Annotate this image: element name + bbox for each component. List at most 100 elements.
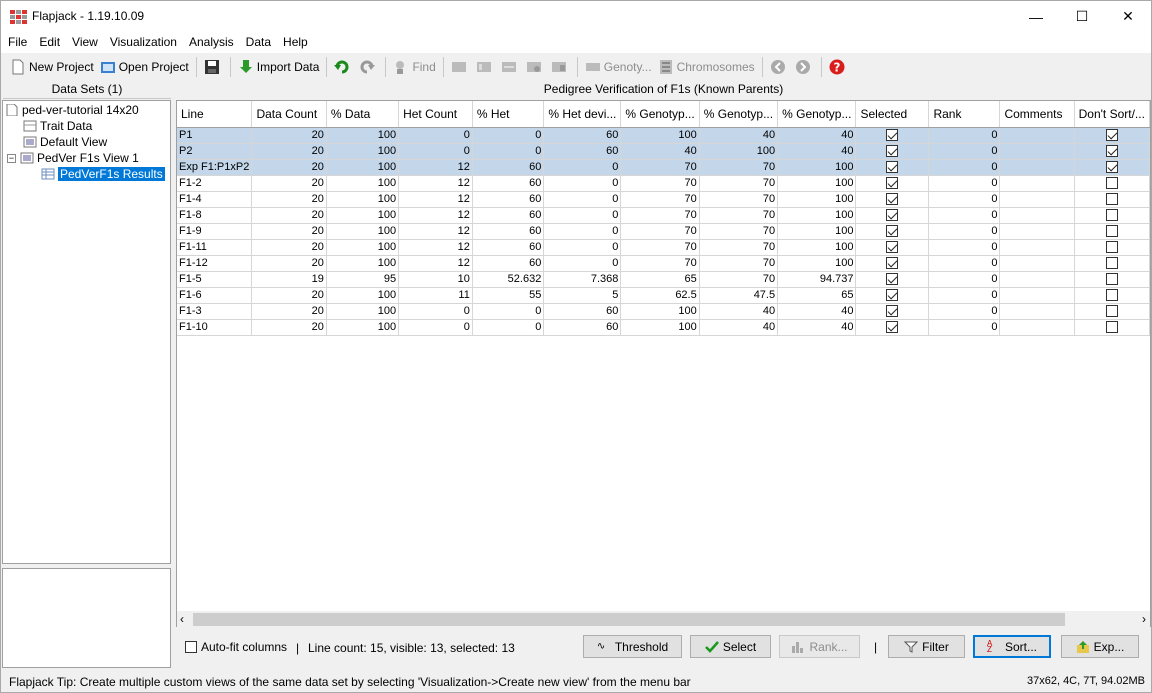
dont-sort-checkbox[interactable] <box>1105 145 1118 158</box>
dont-sort-checkbox[interactable] <box>1105 225 1118 238</box>
dont-sort-checkbox[interactable] <box>1105 129 1118 142</box>
selected-checkbox[interactable] <box>886 193 899 206</box>
collapse-toggle-icon[interactable]: − <box>7 153 16 163</box>
select-button[interactable]: Select <box>690 635 771 658</box>
selected-checkbox[interactable] <box>886 177 899 190</box>
selected-checkbox[interactable] <box>886 257 899 270</box>
column-header-pct-het[interactable]: % Het <box>472 101 545 128</box>
table-row[interactable]: F1-9 20 100 12 60 0 70 70 100 0 <box>177 223 1150 240</box>
menu-visualization[interactable]: Visualization <box>103 32 182 53</box>
dont-sort-cell[interactable] <box>1074 239 1150 256</box>
selected-checkbox[interactable] <box>886 241 899 254</box>
menu-data[interactable]: Data <box>239 32 276 53</box>
tree-item-trait-data[interactable]: Trait Data <box>23 118 92 134</box>
dont-sort-checkbox[interactable] <box>1105 305 1118 318</box>
genotypes-button[interactable]: Genoty... <box>582 56 655 78</box>
selected-cell[interactable] <box>855 255 930 272</box>
tree-item-pedver-results[interactable]: PedVerF1s Results <box>41 166 165 182</box>
autofit-columns-checkbox[interactable]: Auto-fit columns <box>185 640 287 654</box>
selected-checkbox[interactable] <box>886 129 899 142</box>
import-data-button[interactable]: Import Data <box>235 56 323 78</box>
find-button[interactable]: Find <box>390 56 438 78</box>
column-header-pct-het-deviation[interactable]: % Het devi... <box>543 101 622 128</box>
table-row[interactable]: F1-6 20 100 11 55 5 62.5 47.5 65 0 <box>177 287 1150 304</box>
tree-item-pedver-view[interactable]: − PedVer F1s View 1 <box>7 150 139 166</box>
menu-view[interactable]: View <box>65 32 103 53</box>
view-option-button-1[interactable] <box>448 56 473 78</box>
column-header-het-count[interactable]: Het Count <box>398 101 473 128</box>
forward-button[interactable] <box>792 56 817 78</box>
undo-button[interactable] <box>331 56 356 78</box>
maximize-button[interactable]: ☐ <box>1059 1 1105 32</box>
selected-cell[interactable] <box>855 191 930 208</box>
redo-button[interactable] <box>356 56 381 78</box>
view-option-button-4[interactable] <box>523 56 548 78</box>
dont-sort-cell[interactable] <box>1074 303 1150 320</box>
chromosomes-button[interactable]: Chromosomes <box>655 56 758 78</box>
selected-cell[interactable] <box>855 159 930 176</box>
scrollbar-thumb[interactable] <box>193 613 1065 626</box>
selected-checkbox[interactable] <box>886 273 899 286</box>
table-row[interactable]: F1-11 20 100 12 60 0 70 70 100 0 <box>177 239 1150 256</box>
column-header-dont-sort[interactable]: Don't Sort/... <box>1074 101 1150 128</box>
menu-analysis[interactable]: Analysis <box>182 32 239 53</box>
scroll-left-icon[interactable]: ‹ <box>180 612 184 626</box>
table-row[interactable]: F1-12 20 100 12 60 0 70 70 100 0 <box>177 255 1150 272</box>
help-button[interactable]: ? <box>826 56 851 78</box>
column-header-comments[interactable]: Comments <box>999 101 1075 128</box>
dont-sort-cell[interactable] <box>1074 207 1150 224</box>
tree-item-default-view[interactable]: Default View <box>23 134 107 150</box>
dont-sort-cell[interactable] <box>1074 271 1150 288</box>
dont-sort-cell[interactable] <box>1074 223 1150 240</box>
selected-cell[interactable] <box>855 175 930 192</box>
selected-cell[interactable] <box>855 287 930 304</box>
threshold-button[interactable]: ∿ Threshold <box>583 635 682 658</box>
table-row[interactable]: F1-8 20 100 12 60 0 70 70 100 0 <box>177 207 1150 224</box>
dont-sort-checkbox[interactable] <box>1105 289 1118 302</box>
dont-sort-cell[interactable] <box>1074 143 1150 160</box>
menu-file[interactable]: File <box>1 32 32 53</box>
selected-cell[interactable] <box>855 303 930 320</box>
selected-checkbox[interactable] <box>886 225 899 238</box>
column-header-data-count[interactable]: Data Count <box>251 101 327 128</box>
export-button[interactable]: Exp... <box>1061 635 1139 658</box>
dont-sort-cell[interactable] <box>1074 175 1150 192</box>
column-header-pct-data[interactable]: % Data <box>326 101 400 128</box>
selected-cell[interactable] <box>855 127 930 144</box>
table-row[interactable]: Exp F1:P1xP2 20 100 12 60 0 70 70 100 0 <box>177 159 1150 176</box>
selected-cell[interactable] <box>855 319 930 336</box>
new-project-button[interactable]: New Project <box>7 56 97 78</box>
sort-button[interactable]: AZ Sort... <box>973 635 1051 658</box>
table-row[interactable]: F1-10 20 100 0 0 60 100 40 40 0 <box>177 319 1150 336</box>
back-button[interactable] <box>767 56 792 78</box>
column-header-selected[interactable]: Selected <box>855 101 930 128</box>
selected-checkbox[interactable] <box>886 145 899 158</box>
selected-checkbox[interactable] <box>886 289 899 302</box>
table-row[interactable]: F1-2 20 100 12 60 0 70 70 100 0 <box>177 175 1150 192</box>
horizontal-scrollbar[interactable]: ‹ › <box>177 611 1150 628</box>
minimize-button[interactable]: — <box>1013 1 1059 32</box>
table-row[interactable]: P1 20 100 0 0 60 100 40 40 0 <box>177 127 1150 144</box>
column-header-pct-genotype-2[interactable]: % Genotyp... <box>699 101 779 128</box>
dont-sort-cell[interactable] <box>1074 319 1150 336</box>
filter-button[interactable]: Filter <box>888 635 965 658</box>
dont-sort-cell[interactable] <box>1074 191 1150 208</box>
menu-edit[interactable]: Edit <box>32 32 65 53</box>
view-option-button-2[interactable] <box>473 56 498 78</box>
dont-sort-cell[interactable] <box>1074 255 1150 272</box>
menu-help[interactable]: Help <box>276 32 313 53</box>
dont-sort-checkbox[interactable] <box>1105 241 1118 254</box>
selected-cell[interactable] <box>855 223 930 240</box>
view-option-button-3[interactable] <box>498 56 523 78</box>
dont-sort-cell[interactable] <box>1074 159 1150 176</box>
column-header-rank[interactable]: Rank <box>928 101 1001 128</box>
view-option-button-5[interactable] <box>548 56 573 78</box>
save-button[interactable] <box>201 56 226 78</box>
dont-sort-checkbox[interactable] <box>1105 273 1118 286</box>
selected-cell[interactable] <box>855 207 930 224</box>
selected-checkbox[interactable] <box>886 161 899 174</box>
dont-sort-checkbox[interactable] <box>1105 177 1118 190</box>
selected-cell[interactable] <box>855 271 930 288</box>
table-row[interactable]: F1-3 20 100 0 0 60 100 40 40 0 <box>177 303 1150 320</box>
scroll-right-icon[interactable]: › <box>1142 612 1146 626</box>
